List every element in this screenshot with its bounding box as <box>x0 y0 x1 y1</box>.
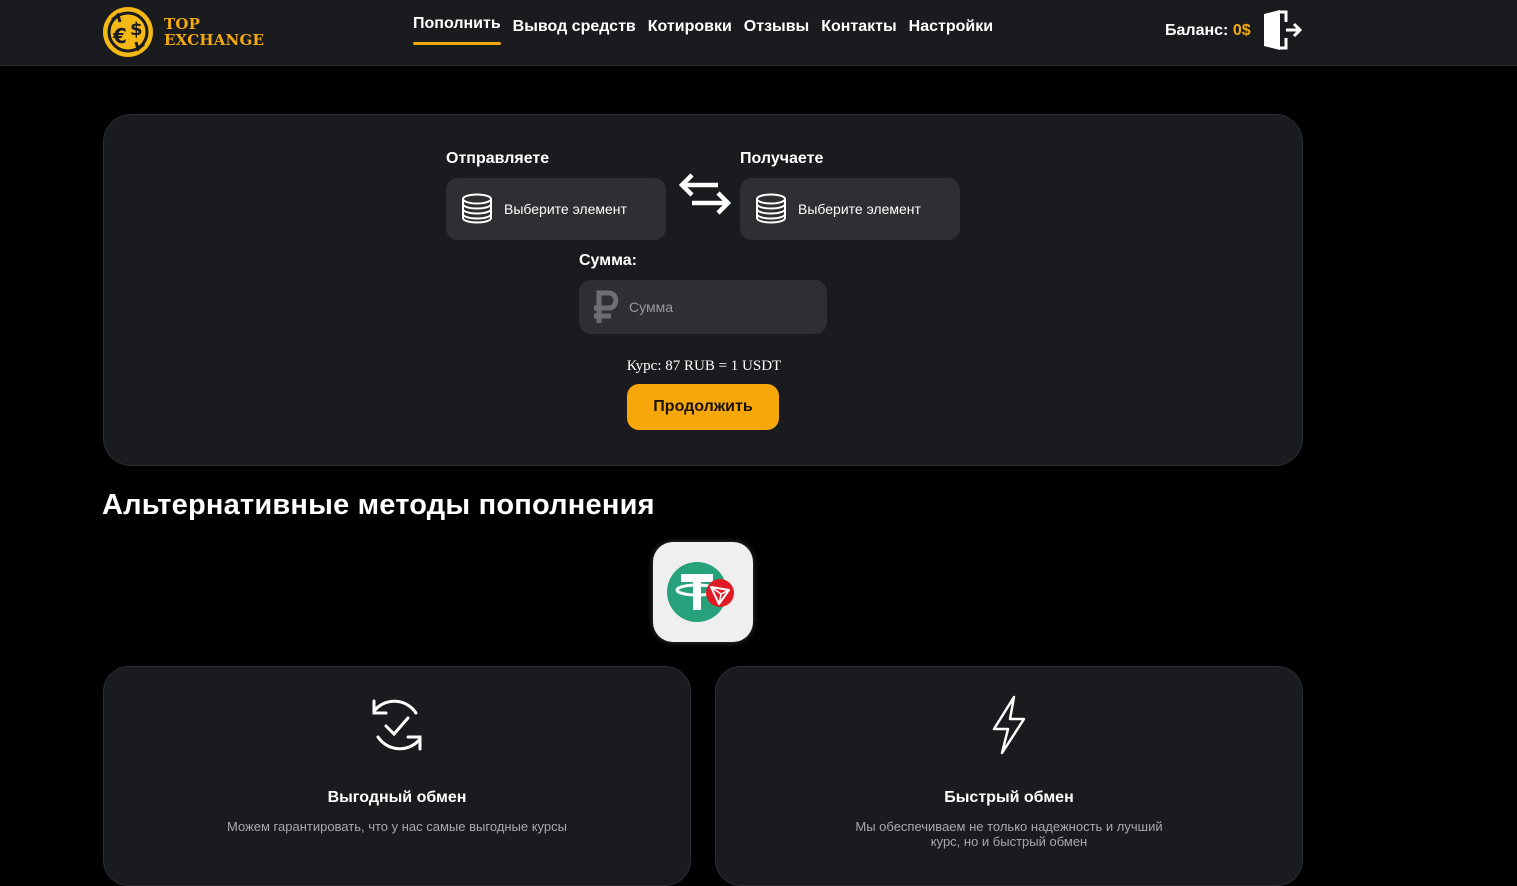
usdt-trc20-icon <box>667 562 734 622</box>
continue-button[interactable]: Продолжить <box>627 384 779 430</box>
coins-stack-icon <box>462 193 492 224</box>
feature-description: Мы обеспечиваем не только надежность и л… <box>855 819 1163 849</box>
nav-item-settings[interactable]: Настройки <box>909 18 993 45</box>
exchange-rate: Курс: 87 RUB = 1 USDT <box>626 358 782 374</box>
nav-item-reviews[interactable]: Отзывы <box>744 18 809 45</box>
feature-description: Можем гарантировать, что у нас самые выг… <box>227 819 567 834</box>
sum-input[interactable] <box>629 299 809 315</box>
svg-text:€: € <box>112 24 127 48</box>
ruble-icon <box>594 290 619 323</box>
send-currency-value: Выберите элемент <box>504 201 627 217</box>
balance-value: 0$ <box>1232 22 1251 39</box>
receive-currency-value: Выберите элемент <box>798 201 921 217</box>
lightning-icon <box>992 695 1026 755</box>
coins-stack-icon <box>756 193 786 224</box>
receive-label: Получаете <box>740 150 824 167</box>
exchange-card: Отправляете Выберите элемент Получаете В… <box>103 114 1303 466</box>
top-header: € $ TOP EXCHANGE Пополнить Вывод средств… <box>0 0 1517 66</box>
nav-item-withdraw[interactable]: Вывод средств <box>513 18 636 45</box>
currency-exchange-logo-icon: € $ <box>103 7 153 57</box>
sum-field[interactable] <box>579 280 827 334</box>
receive-currency-select[interactable]: Выберите элемент <box>740 178 960 240</box>
feature-card-profitable: Выгодный обмен Можем гарантировать, что … <box>103 666 691 886</box>
sum-label: Сумма: <box>579 252 637 269</box>
svg-text:$: $ <box>130 19 143 40</box>
logo[interactable]: € $ TOP EXCHANGE <box>102 6 264 58</box>
nav-item-quotes[interactable]: Котировки <box>648 18 732 45</box>
logo-line-1: TOP <box>164 15 201 33</box>
logo-line-2: EXCHANGE <box>164 31 265 49</box>
nav-item-contacts[interactable]: Контакты <box>821 18 896 45</box>
feature-title: Выгодный обмен <box>327 789 467 806</box>
refresh-check-icon <box>372 699 422 751</box>
main-nav: Пополнить Вывод средств Котировки Отзывы… <box>413 15 993 45</box>
alternative-methods-title: Альтернативные методы пополнения <box>102 489 655 521</box>
send-currency-select[interactable]: Выберите элемент <box>446 178 666 240</box>
send-label: Отправляете <box>446 150 550 167</box>
balance: Баланс: 0$ <box>1165 22 1251 40</box>
balance-label: Баланс: <box>1165 22 1229 39</box>
feature-card-fast: Быстрый обмен Мы обеспечиваем не только … <box>715 666 1303 886</box>
nav-item-deposit[interactable]: Пополнить <box>413 15 501 45</box>
usdt-trc20-method[interactable] <box>653 542 753 642</box>
logo-text: TOP EXCHANGE <box>164 16 264 48</box>
feature-title: Быстрый обмен <box>944 789 1074 806</box>
swap-arrows-icon[interactable] <box>678 173 734 217</box>
logout-door-icon[interactable] <box>1262 8 1304 52</box>
